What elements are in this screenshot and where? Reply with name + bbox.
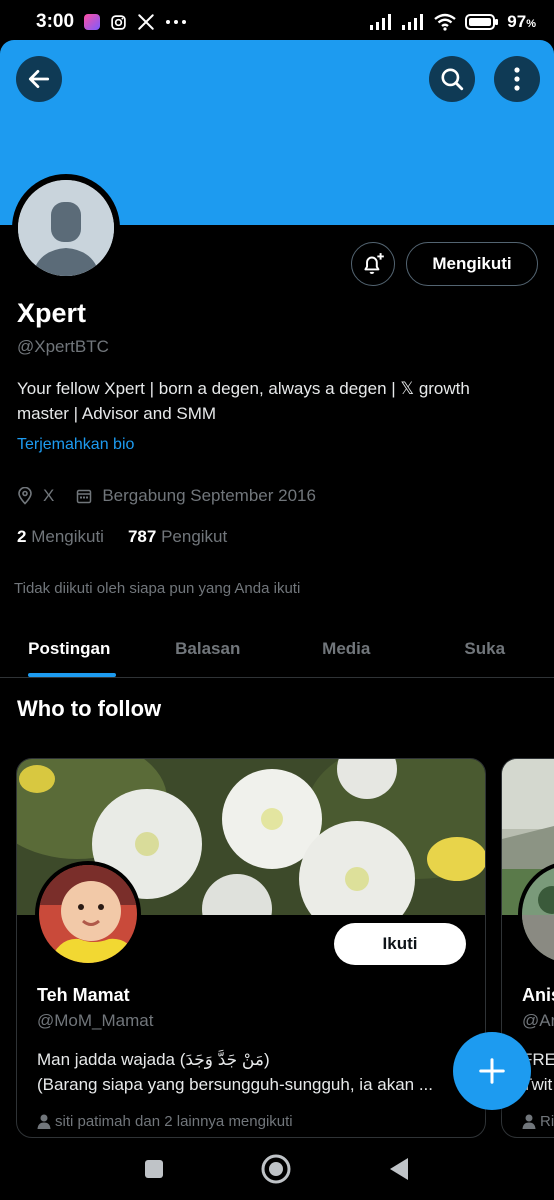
location: X <box>17 486 54 506</box>
recents-square-icon[interactable] <box>143 1158 165 1180</box>
card-name: Anis <box>522 985 554 1005</box>
card-follows-text: siti patimah dan 2 lainnya mengikuti <box>55 1113 293 1130</box>
person-icon <box>522 1114 536 1129</box>
signal-icon-2 <box>402 14 424 30</box>
active-tab-indicator <box>28 673 116 677</box>
bio-line: Your fellow Xpert | born a degen, always… <box>17 379 470 398</box>
follow-button[interactable]: Ikuti <box>334 923 466 965</box>
more-options-button[interactable] <box>494 56 540 102</box>
following-label: Mengikuti <box>31 527 104 546</box>
x-logo-icon <box>138 14 154 30</box>
following-count: 2 <box>17 527 27 546</box>
card-bio-line: Man jadda wajada (مَنْ جَدَّ وَجَدَ) <box>37 1050 270 1069</box>
notification-bell-button[interactable] <box>351 242 395 286</box>
card-bio: Man jadda wajada (مَنْ جَدَّ وَجَدَ) (Ba… <box>37 1047 467 1097</box>
tab-replies[interactable]: Balasan <box>139 620 278 677</box>
default-avatar-icon <box>18 180 114 276</box>
back-button[interactable] <box>16 56 62 102</box>
compose-fab-button[interactable] <box>453 1032 531 1110</box>
card-avatar[interactable] <box>35 861 141 967</box>
tab-media[interactable]: Media <box>277 620 416 677</box>
bell-plus-icon <box>364 253 384 274</box>
tab-likes[interactable]: Suka <box>416 620 554 677</box>
translate-bio-link[interactable]: Terjemahkan bio <box>17 436 134 454</box>
battery-icon <box>465 14 499 30</box>
profile-handle: @XpertBTC <box>17 337 109 356</box>
baby-photo-avatar <box>39 865 137 963</box>
home-circle-icon[interactable] <box>260 1153 292 1185</box>
card-bio-line: (Barang siapa yang bersungguh-sungguh, i… <box>37 1075 433 1094</box>
notification-app-icon <box>84 14 101 30</box>
bio-line: master | Advisor and SMM <box>17 404 217 423</box>
search-button[interactable] <box>429 56 475 102</box>
following-button[interactable]: Mengikuti <box>406 242 538 286</box>
location-text: X <box>43 486 55 505</box>
tab-label: Media <box>322 638 371 658</box>
followers-label: Pengikut <box>161 527 228 546</box>
suggestion-card[interactable]: Ikuti Teh Mamat @MoM_Mamat Man jadda waj… <box>16 758 486 1138</box>
card-name: Teh Mamat <box>37 985 130 1005</box>
profile-bio: Your fellow Xpert | born a degen, always… <box>17 376 537 426</box>
back-triangle-icon[interactable] <box>387 1156 411 1182</box>
plus-icon <box>479 1058 505 1084</box>
profile-tabs: Postingan Balasan Media Suka <box>0 620 554 678</box>
location-pin-icon <box>18 487 32 505</box>
followers-stat[interactable]: 787 Pengikut <box>128 527 227 547</box>
tab-posts[interactable]: Postingan <box>0 620 139 677</box>
profile-meta: X Bergabung September 2016 <box>17 486 338 506</box>
profile-stats: 2 Mengikuti 787 Pengikut <box>17 527 251 547</box>
who-to-follow-title: Who to follow <box>17 696 162 721</box>
tab-label: Postingan <box>28 638 111 658</box>
status-bar: 3:00 97% <box>0 0 554 44</box>
following-stat[interactable]: 2 Mengikuti <box>17 527 104 547</box>
arrow-left-icon <box>28 70 50 88</box>
tab-label: Balasan <box>175 638 241 658</box>
join-date-text: Bergabung September 2016 <box>102 486 316 505</box>
followers-count: 787 <box>127 527 157 546</box>
battery-level: 97 <box>507 12 527 31</box>
status-time: 3:00 <box>36 11 75 32</box>
card-handle: @Ar <box>522 1011 554 1030</box>
instagram-icon <box>111 14 126 30</box>
more-notifications-icon <box>166 20 187 24</box>
profile-name: Xpert <box>17 298 87 328</box>
card-mutual-follows: siti patimah dan 2 lainnya mengikuti <box>37 1113 293 1130</box>
card-handle: @MoM_Mamat <box>37 1011 154 1030</box>
battery-unit: % <box>526 18 536 30</box>
search-icon <box>441 68 464 91</box>
card-mutual-follows: Ri <box>522 1113 554 1130</box>
profile-avatar[interactable] <box>12 174 120 282</box>
more-vertical-icon <box>514 67 520 91</box>
wifi-icon <box>434 13 457 31</box>
signal-icon <box>370 14 392 30</box>
card-follows-text: Ri <box>540 1113 554 1130</box>
mutual-followers-note: Tidak diikuti oleh siapa pun yang Anda i… <box>14 580 301 597</box>
calendar-icon <box>77 489 92 504</box>
tab-label: Suka <box>464 638 506 658</box>
join-date: Bergabung September 2016 <box>76 486 316 506</box>
system-nav-bar <box>0 1138 554 1200</box>
person-icon <box>37 1114 51 1129</box>
